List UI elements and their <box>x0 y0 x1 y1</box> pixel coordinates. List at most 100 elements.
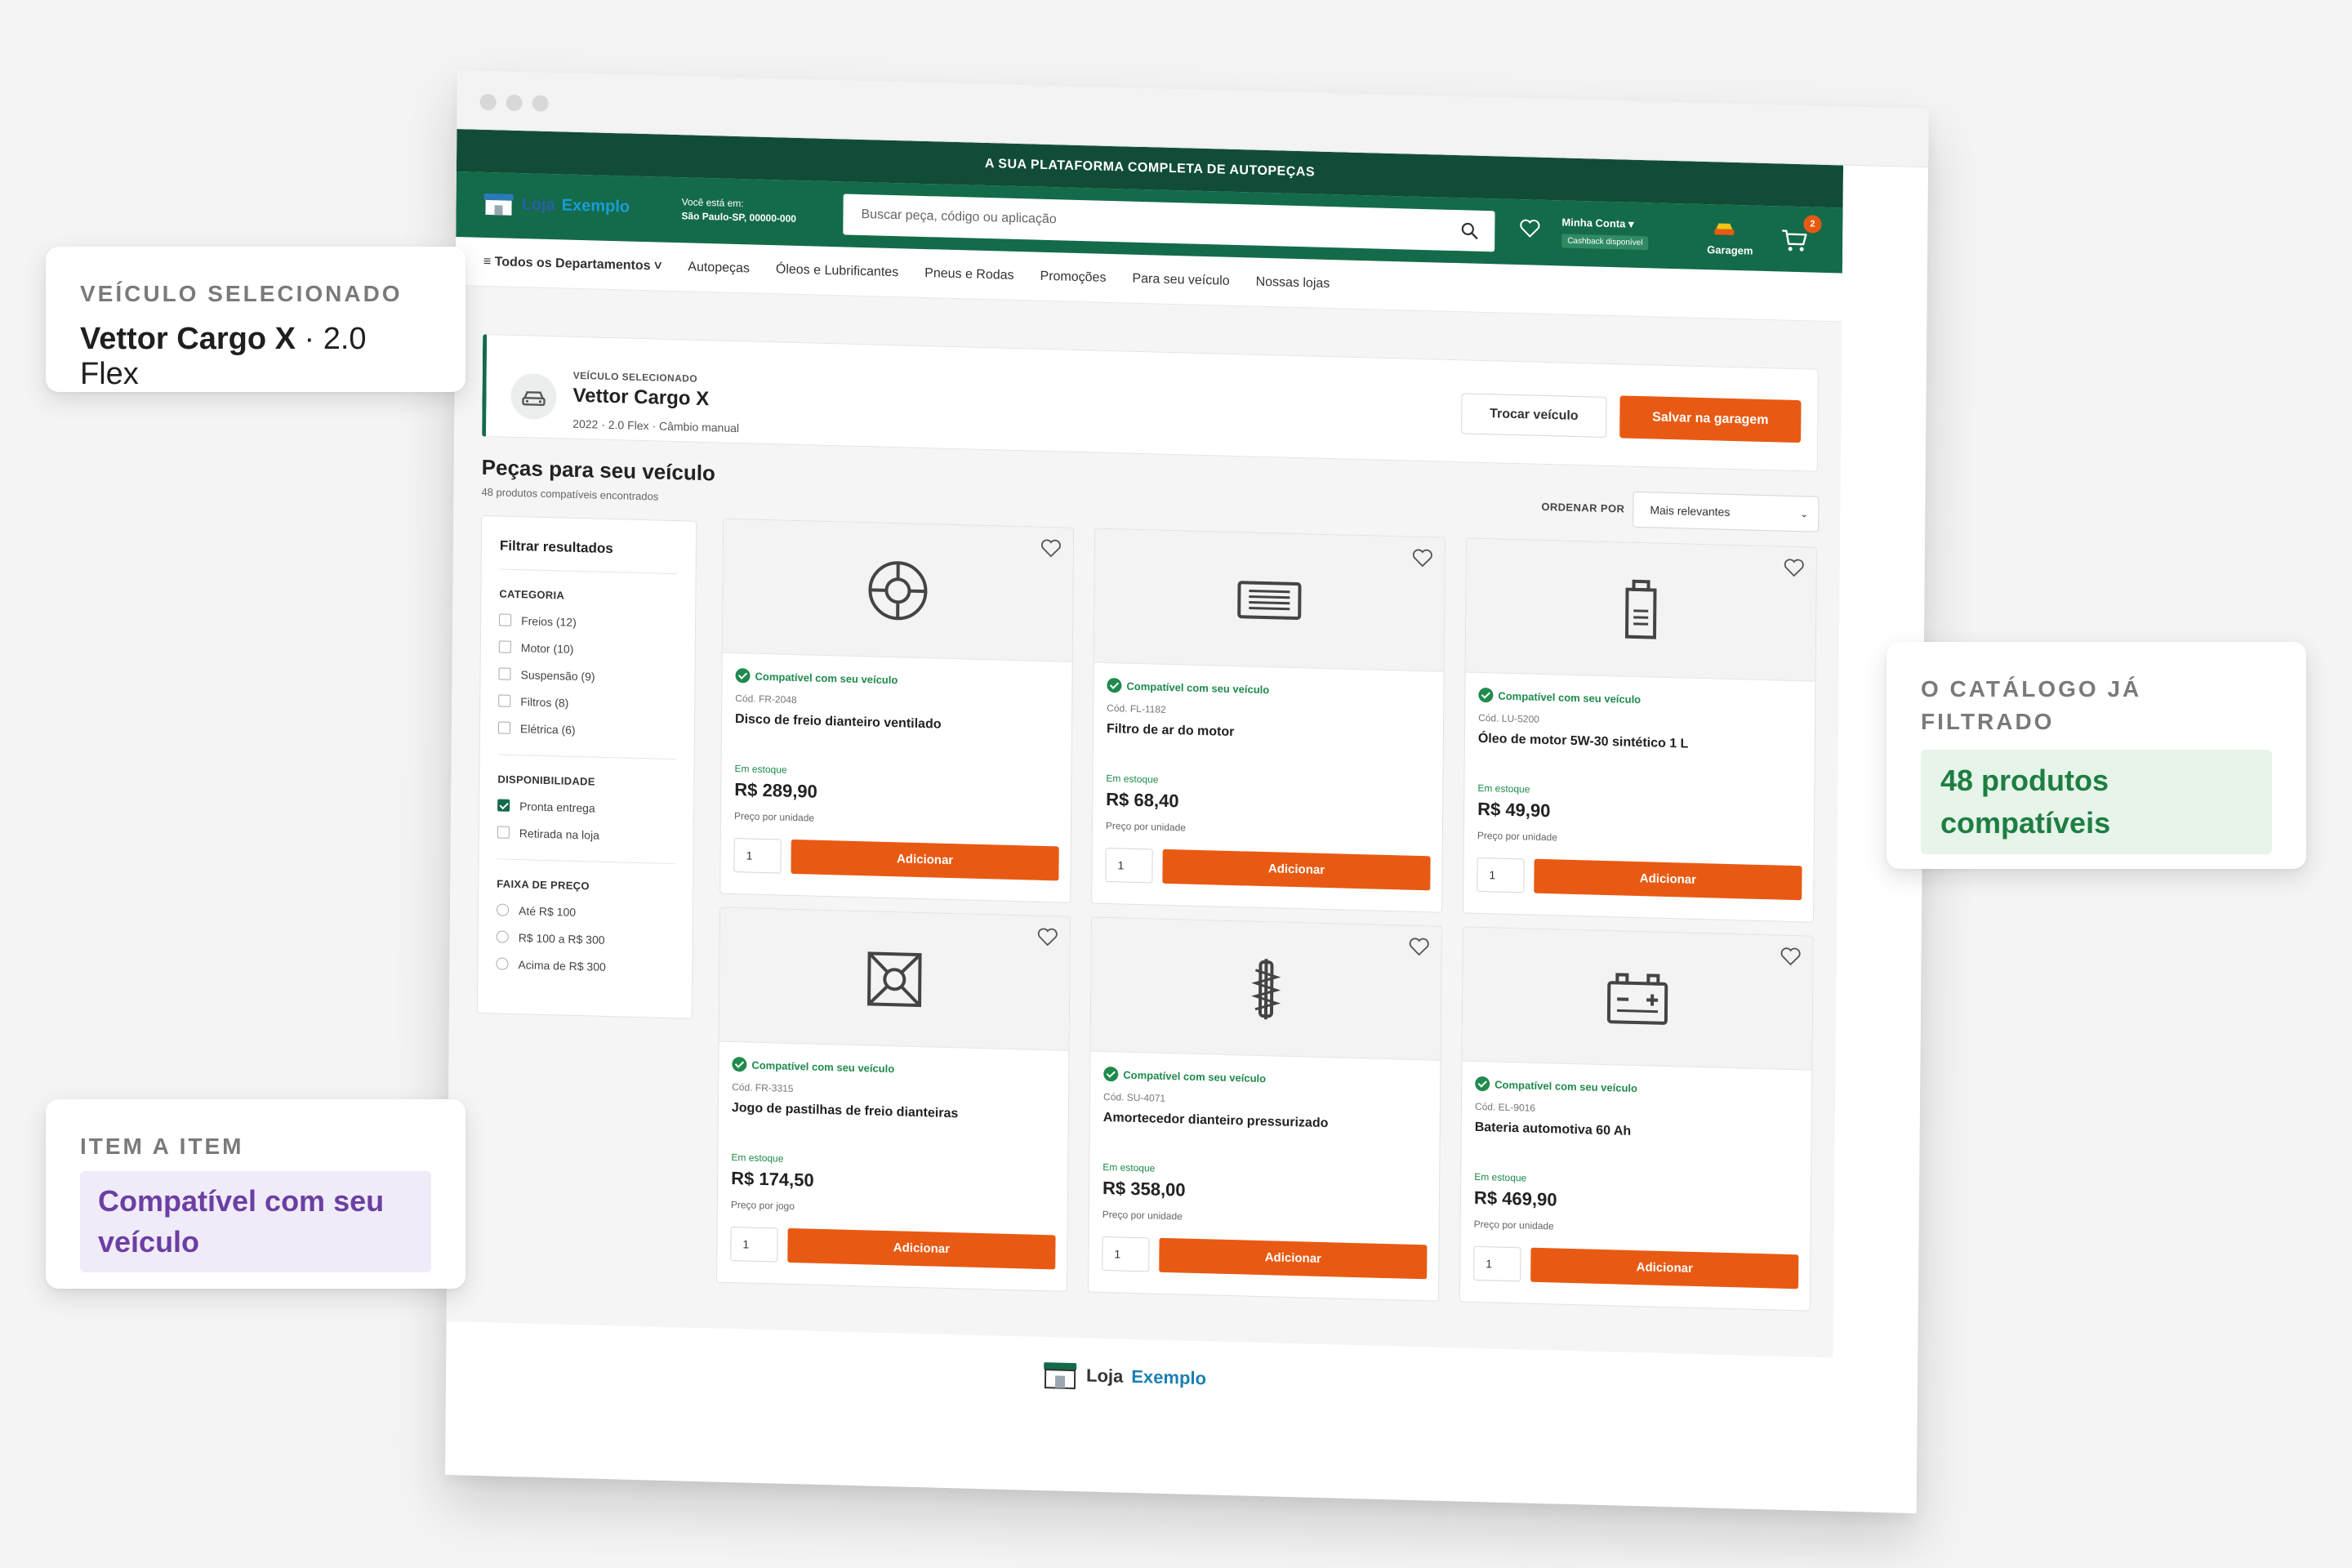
product-price: R$ 68,40 <box>1106 788 1179 812</box>
sort-select[interactable]: Mais relevantes ⌄ <box>1633 491 1820 532</box>
add-to-cart-button[interactable]: Adicionar <box>787 1227 1056 1270</box>
product-name[interactable]: Disco de freio dianteiro ventilado <box>735 712 1062 735</box>
cashback-badge: Cashback disponível <box>1561 234 1649 251</box>
callout-item-value: Compatível com seu veículo <box>80 1171 431 1272</box>
window-dot-icon <box>506 94 523 112</box>
quantity-input[interactable]: 1 <box>1473 1245 1521 1282</box>
filter-option-label: Até R$ 100 <box>518 903 577 919</box>
brake-disc-icon <box>868 560 928 620</box>
nav-item-oleos[interactable]: Óleos e Lubrificantes <box>776 262 898 280</box>
change-vehicle-button[interactable]: Trocar veículo <box>1461 393 1607 438</box>
search-icon[interactable] <box>1460 221 1478 240</box>
price-unit: Preço por unidade <box>733 810 815 824</box>
product-card[interactable]: Compatível com seu veículo Cód. FL-1182 … <box>1091 528 1446 913</box>
product-name[interactable]: Jogo de pastilhas de freio dianteiras <box>732 1101 1058 1124</box>
check-circle-icon <box>732 1057 747 1072</box>
checkbox[interactable] <box>499 613 512 626</box>
store-page: A SUA PLATAFORMA COMPLETA DE AUTOPEÇAS L… <box>446 128 1844 1358</box>
checkbox[interactable] <box>498 640 511 653</box>
filter-option-label: R$ 100 a R$ 300 <box>518 930 605 947</box>
product-name[interactable]: Filtro de ar do motor <box>1107 722 1433 745</box>
product-price: R$ 289,90 <box>734 779 817 802</box>
nav-item-nossas-lojas[interactable]: Nossas lojas <box>1256 274 1330 291</box>
filter-option-label: Retirada na loja <box>519 826 599 842</box>
location-value: São Paulo-SP, 00000-000 <box>681 210 797 225</box>
product-name[interactable]: Amortecedor dianteiro pressurizado <box>1103 1111 1430 1134</box>
account-menu[interactable]: Minha Conta ▾ Cashback disponível <box>1561 216 1649 251</box>
product-code: Cód. FR-2048 <box>735 693 797 706</box>
brake-pads-icon <box>867 951 922 1007</box>
add-to-cart-button[interactable]: Adicionar <box>1530 1247 1799 1290</box>
quantity-input[interactable]: 1 <box>730 1227 778 1263</box>
checkbox[interactable] <box>497 721 511 734</box>
favorite-heart-icon[interactable] <box>1780 946 1801 968</box>
product-code: Cód. SU-4071 <box>1103 1090 1166 1104</box>
product-price: R$ 358,00 <box>1102 1177 1186 1200</box>
nav-item-promocoes[interactable]: Promoções <box>1040 269 1107 285</box>
filter-category-title: CATEGORIA <box>499 587 565 602</box>
compatibility-badge: Compatível com seu veículo <box>732 1057 894 1076</box>
checkbox[interactable] <box>497 826 510 839</box>
account-label: Minha Conta <box>1561 216 1626 230</box>
divider <box>497 858 675 865</box>
product-card[interactable]: Compatível com seu veículo Cód. FR-3315 … <box>716 906 1071 1292</box>
nav-all-departments[interactable]: ≡ Todos os Departamentos ˅ <box>483 254 662 274</box>
favorite-heart-icon[interactable] <box>1784 557 1805 579</box>
filter-availability-title: DISPONIBILIDADE <box>497 773 595 788</box>
favorite-heart-icon[interactable] <box>1040 537 1062 559</box>
product-price: R$ 174,50 <box>731 1168 814 1191</box>
add-to-cart-button[interactable]: Adicionar <box>1159 1237 1428 1280</box>
check-circle-icon <box>1478 687 1494 703</box>
filter-option[interactable]: Retirada na loja <box>497 818 675 850</box>
shock-absorber-icon <box>1251 958 1281 1019</box>
quantity-input[interactable]: 1 <box>733 838 782 874</box>
product-card[interactable]: Compatível com seu veículo Cód. LU-5200 … <box>1463 537 1817 923</box>
filters-panel: Filtrar resultados CATEGORIA Freios (12)… <box>476 514 697 1019</box>
browser-window: A SUA PLATAFORMA COMPLETA DE AUTOPEÇAS L… <box>444 70 1929 1514</box>
nav-item-para-seu-veiculo[interactable]: Para seu veículo <box>1132 271 1229 288</box>
nav-item-pneus[interactable]: Pneus e Rodas <box>924 266 1014 283</box>
radio[interactable] <box>496 957 509 970</box>
price-unit: Preço por jogo <box>730 1199 795 1213</box>
storefront-icon <box>483 193 514 216</box>
save-to-garage-button[interactable]: Salvar na garagem <box>1619 395 1802 443</box>
quantity-input[interactable]: 1 <box>1102 1236 1150 1272</box>
nav-item-autopecas[interactable]: Autopeças <box>688 260 750 276</box>
store-logo[interactable]: Loja Exemplo <box>482 190 630 220</box>
stock-status: Em estoque <box>734 763 787 776</box>
garage-label[interactable]: Garagem <box>1707 243 1753 256</box>
quantity-input[interactable]: 1 <box>1477 857 1525 893</box>
product-card[interactable]: Compatível com seu veículo Cód. FR-2048 … <box>719 518 1075 903</box>
favorite-heart-icon[interactable] <box>1412 547 1433 569</box>
product-card[interactable]: Compatível com seu veículo Cód. SU-4071 … <box>1087 916 1442 1302</box>
add-to-cart-button[interactable]: Adicionar <box>1534 858 1802 901</box>
radio[interactable] <box>496 903 510 916</box>
quantity-input[interactable]: 1 <box>1105 847 1153 884</box>
add-to-cart-button[interactable]: Adicionar <box>791 839 1059 881</box>
filter-option-label: Suspensão (9) <box>520 667 595 684</box>
cart-icon[interactable] <box>1780 227 1808 252</box>
favorite-heart-icon[interactable] <box>1037 926 1058 948</box>
compatibility-badge: Compatível com seu veículo <box>1103 1066 1266 1085</box>
filter-option[interactable]: Elétrica (6) <box>497 714 676 746</box>
product-name[interactable]: Óleo de motor 5W-30 sintético 1 L <box>1478 732 1805 755</box>
product-image <box>1465 538 1816 682</box>
air-filter-icon <box>1237 580 1302 620</box>
search-input[interactable]: Buscar peça, código ou aplicação <box>843 194 1495 252</box>
checkbox[interactable] <box>498 694 511 707</box>
radio[interactable] <box>496 930 509 943</box>
product-price: R$ 469,90 <box>1473 1187 1557 1210</box>
favorites-heart-icon[interactable] <box>1519 218 1540 238</box>
delivery-location[interactable]: Você está em: São Paulo-SP, 00000-000 <box>681 195 796 226</box>
logo-word-2: Exemplo <box>561 195 630 216</box>
filter-option[interactable]: Acima de R$ 300 <box>496 950 674 982</box>
product-name[interactable]: Bateria automotiva 60 Ah <box>1475 1120 1802 1143</box>
checkbox-checked[interactable] <box>497 799 510 812</box>
vehicle-name: Vettor Cargo X <box>572 384 710 411</box>
search-placeholder: Buscar peça, código ou aplicação <box>861 207 1057 227</box>
garage-car-icon[interactable] <box>1712 217 1736 239</box>
checkbox[interactable] <box>498 667 511 680</box>
add-to-cart-button[interactable]: Adicionar <box>1162 849 1431 891</box>
favorite-heart-icon[interactable] <box>1409 936 1430 958</box>
product-card[interactable]: Compatível com seu veículo Cód. EL-9016 … <box>1459 926 1814 1312</box>
